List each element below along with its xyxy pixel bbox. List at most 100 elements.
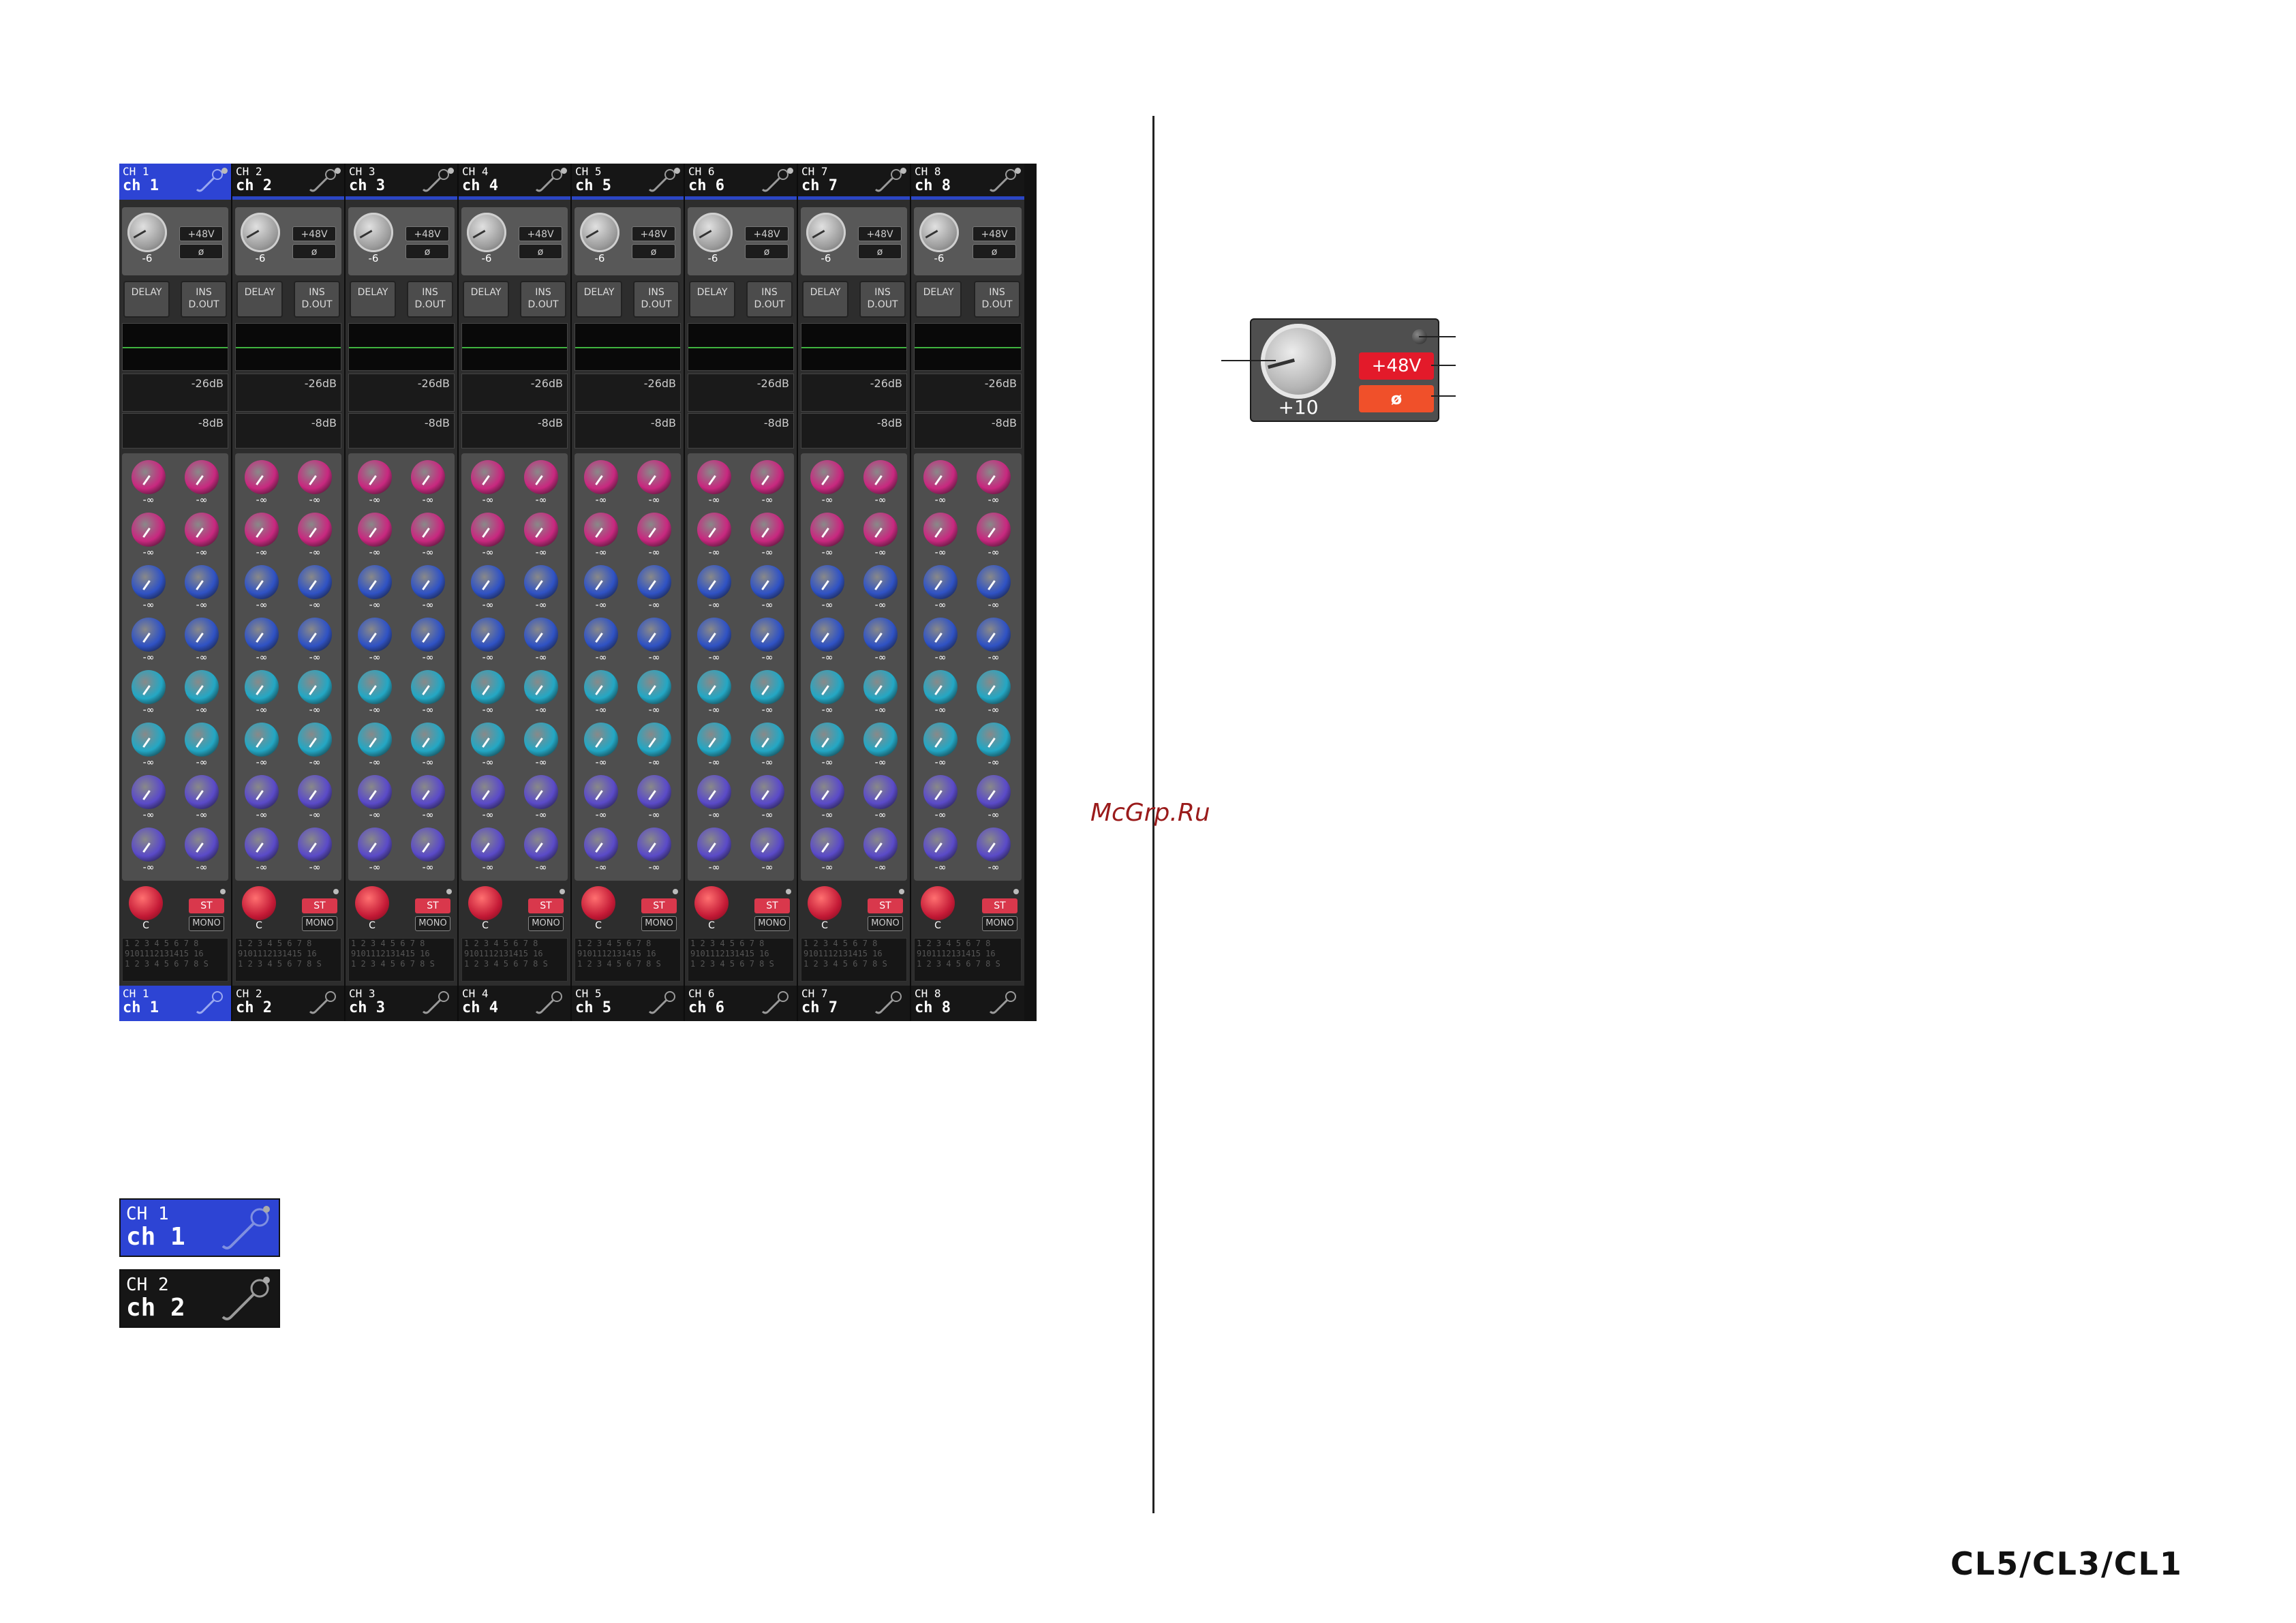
send-level-knob[interactable] bbox=[750, 460, 784, 494]
send-level-knob[interactable] bbox=[524, 670, 558, 704]
send-level-knob[interactable] bbox=[584, 513, 618, 547]
pan-knob[interactable] bbox=[242, 886, 276, 920]
eq-graph[interactable] bbox=[235, 323, 341, 371]
send-level-knob[interactable] bbox=[245, 618, 279, 652]
send-level-knob[interactable] bbox=[637, 460, 671, 494]
gain-knob-large[interactable] bbox=[1261, 324, 1336, 399]
send-level-knob[interactable] bbox=[810, 775, 844, 809]
gate-meter[interactable]: -26dB bbox=[235, 374, 341, 412]
send-level-knob[interactable] bbox=[637, 723, 671, 757]
send-level-knob[interactable] bbox=[977, 828, 1011, 862]
eq-graph[interactable] bbox=[914, 323, 1022, 371]
channel-select-button[interactable]: CH 5 ch 5 bbox=[572, 164, 684, 200]
insert-button[interactable]: INS D.OUT bbox=[974, 281, 1020, 318]
insert-button[interactable]: INS D.OUT bbox=[407, 281, 453, 318]
delay-button[interactable]: DELAY bbox=[123, 281, 170, 318]
send-level-knob[interactable] bbox=[584, 565, 618, 599]
delay-button[interactable]: DELAY bbox=[802, 281, 848, 318]
channel-footer-button[interactable]: CH 5 ch 5 bbox=[572, 986, 684, 1021]
comp-meter[interactable]: -8dB bbox=[348, 413, 455, 449]
send-level-knob[interactable] bbox=[358, 460, 392, 494]
insert-button[interactable]: INS D.OUT bbox=[294, 281, 340, 318]
send-level-knob[interactable] bbox=[524, 618, 558, 652]
send-level-knob[interactable] bbox=[298, 775, 332, 809]
gate-meter[interactable]: -26dB bbox=[688, 374, 794, 412]
send-level-knob[interactable] bbox=[977, 513, 1011, 547]
channel-footer-button[interactable]: CH 1 ch 1 bbox=[119, 986, 231, 1021]
phase-button[interactable]: ø bbox=[405, 244, 449, 259]
send-level-knob[interactable] bbox=[977, 670, 1011, 704]
send-level-knob[interactable] bbox=[524, 723, 558, 757]
send-level-knob[interactable] bbox=[471, 460, 505, 494]
send-level-knob[interactable] bbox=[923, 513, 958, 547]
send-level-knob[interactable] bbox=[245, 513, 279, 547]
send-level-knob[interactable] bbox=[245, 828, 279, 862]
send-level-knob[interactable] bbox=[298, 828, 332, 862]
send-level-knob[interactable] bbox=[584, 723, 618, 757]
phase-button[interactable]: ø bbox=[179, 244, 223, 259]
pan-knob[interactable] bbox=[468, 886, 502, 920]
send-level-knob[interactable] bbox=[697, 670, 731, 704]
insert-button[interactable]: INS D.OUT bbox=[746, 281, 793, 318]
send-level-knob[interactable] bbox=[750, 618, 784, 652]
send-level-knob[interactable] bbox=[471, 723, 505, 757]
send-level-knob[interactable] bbox=[697, 618, 731, 652]
send-level-knob[interactable] bbox=[411, 618, 445, 652]
comp-meter[interactable]: -8dB bbox=[122, 413, 228, 449]
delay-button[interactable]: DELAY bbox=[689, 281, 735, 318]
phantom-button-large[interactable]: +48V bbox=[1359, 352, 1434, 380]
send-level-knob[interactable] bbox=[863, 670, 898, 704]
send-level-knob[interactable] bbox=[637, 775, 671, 809]
channel-select-button[interactable]: CH 1 ch 1 bbox=[119, 164, 231, 200]
st-button[interactable]: ST bbox=[528, 898, 564, 913]
delay-button[interactable]: DELAY bbox=[915, 281, 962, 318]
mono-button[interactable]: MONO bbox=[754, 916, 790, 931]
phantom-button[interactable]: +48V bbox=[745, 226, 789, 241]
send-level-knob[interactable] bbox=[923, 618, 958, 652]
eq-graph[interactable] bbox=[801, 323, 907, 371]
send-level-knob[interactable] bbox=[132, 460, 166, 494]
phantom-button[interactable]: +48V bbox=[632, 226, 675, 241]
dca-group-grid[interactable]: 1 2 3 4 5 6 7 8 9101112131415 16 1 2 3 4… bbox=[461, 938, 568, 982]
channel-select-button[interactable]: CH 8 ch 8 bbox=[911, 164, 1024, 200]
eq-graph[interactable] bbox=[461, 323, 568, 371]
gate-meter[interactable]: -26dB bbox=[461, 374, 568, 412]
gain-knob[interactable] bbox=[127, 213, 167, 252]
send-level-knob[interactable] bbox=[697, 723, 731, 757]
send-level-knob[interactable] bbox=[245, 460, 279, 494]
send-level-knob[interactable] bbox=[637, 513, 671, 547]
send-level-knob[interactable] bbox=[863, 565, 898, 599]
send-level-knob[interactable] bbox=[863, 775, 898, 809]
send-level-knob[interactable] bbox=[637, 565, 671, 599]
st-button[interactable]: ST bbox=[754, 898, 790, 913]
delay-button[interactable]: DELAY bbox=[236, 281, 283, 318]
delay-button[interactable]: DELAY bbox=[576, 281, 622, 318]
send-level-knob[interactable] bbox=[923, 723, 958, 757]
send-level-knob[interactable] bbox=[923, 775, 958, 809]
example-strip-selected[interactable]: CH 1 ch 1 bbox=[119, 1198, 280, 1257]
send-level-knob[interactable] bbox=[863, 460, 898, 494]
send-level-knob[interactable] bbox=[750, 723, 784, 757]
send-level-knob[interactable] bbox=[863, 723, 898, 757]
send-level-knob[interactable] bbox=[132, 513, 166, 547]
send-level-knob[interactable] bbox=[298, 460, 332, 494]
phantom-button[interactable]: +48V bbox=[405, 226, 449, 241]
send-level-knob[interactable] bbox=[697, 565, 731, 599]
send-level-knob[interactable] bbox=[411, 565, 445, 599]
pan-knob[interactable] bbox=[581, 886, 615, 920]
send-level-knob[interactable] bbox=[923, 460, 958, 494]
gate-meter[interactable]: -26dB bbox=[801, 374, 907, 412]
insert-button[interactable]: INS D.OUT bbox=[633, 281, 679, 318]
gate-meter[interactable]: -26dB bbox=[348, 374, 455, 412]
insert-button[interactable]: INS D.OUT bbox=[181, 281, 227, 318]
gain-knob[interactable] bbox=[693, 213, 733, 252]
comp-meter[interactable]: -8dB bbox=[914, 413, 1022, 449]
phase-button[interactable]: ø bbox=[632, 244, 675, 259]
phase-button[interactable]: ø bbox=[858, 244, 902, 259]
send-level-knob[interactable] bbox=[298, 670, 332, 704]
send-level-knob[interactable] bbox=[185, 828, 219, 862]
gate-meter[interactable]: -26dB bbox=[575, 374, 681, 412]
mono-button[interactable]: MONO bbox=[868, 916, 903, 931]
send-level-knob[interactable] bbox=[132, 723, 166, 757]
send-level-knob[interactable] bbox=[863, 618, 898, 652]
